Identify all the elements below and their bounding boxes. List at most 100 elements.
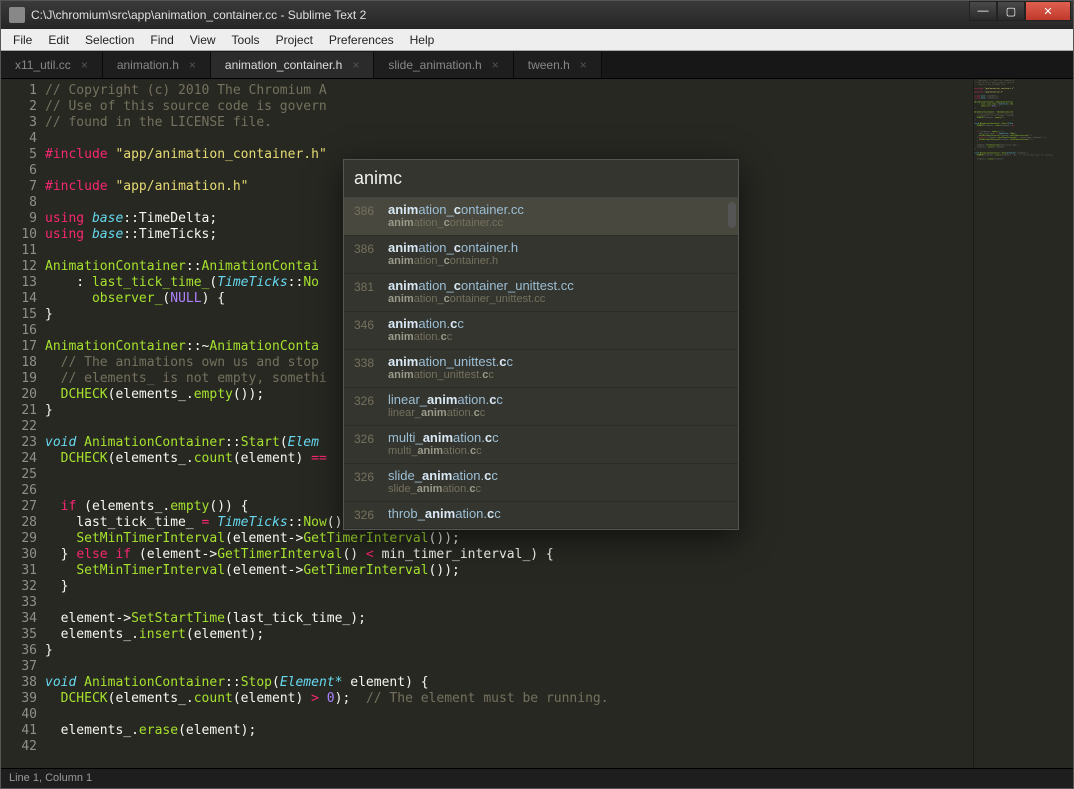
code-line[interactable]: DCHECK(elements_.count(element) > 0); //…	[45, 691, 973, 707]
goto-result-title: animation.cc	[388, 316, 728, 331]
minimize-button[interactable]: —	[969, 1, 997, 21]
tab-close-icon[interactable]: ×	[580, 58, 587, 72]
tab-label: animation.h	[117, 58, 179, 72]
line-number: 29	[1, 531, 37, 547]
code-line[interactable]: SetMinTimerInterval(element->GetTimerInt…	[45, 563, 973, 579]
tab-close-icon[interactable]: ×	[352, 58, 359, 72]
popup-scrollbar[interactable]	[728, 202, 736, 228]
goto-result-score: 338	[354, 354, 388, 370]
menu-selection[interactable]: Selection	[77, 30, 142, 50]
tab-label: slide_animation.h	[388, 58, 481, 72]
goto-result-item[interactable]: 386animation_container.hanimation_contai…	[344, 236, 738, 274]
line-number: 40	[1, 707, 37, 723]
goto-result-path: animation_container.h	[388, 255, 728, 267]
goto-input-wrap	[344, 160, 738, 198]
code-line[interactable]: }	[45, 579, 973, 595]
goto-result-item[interactable]: 386animation_container.ccanimation_conta…	[344, 198, 738, 236]
line-number: 15	[1, 307, 37, 323]
line-number: 18	[1, 355, 37, 371]
code-line[interactable]	[45, 131, 973, 147]
goto-result-path: linear_animation.cc	[388, 407, 728, 419]
window-controls: — ▢ ✕	[969, 1, 1071, 21]
menu-view[interactable]: View	[182, 30, 224, 50]
goto-result-path: animation.cc	[388, 331, 728, 343]
tab-close-icon[interactable]: ×	[492, 58, 499, 72]
menu-tools[interactable]: Tools	[224, 30, 268, 50]
code-line[interactable]	[45, 707, 973, 723]
goto-result-item[interactable]: 346animation.ccanimation.cc	[344, 312, 738, 350]
line-number: 19	[1, 371, 37, 387]
line-number: 2	[1, 99, 37, 115]
menu-project[interactable]: Project	[268, 30, 321, 50]
code-line[interactable]: // Copyright (c) 2010 The Chromium A	[45, 83, 973, 99]
line-number: 4	[1, 131, 37, 147]
tab-tween-h[interactable]: tween.h×	[514, 52, 602, 78]
goto-result-path: animation_unittest.cc	[388, 369, 728, 381]
line-number: 39	[1, 691, 37, 707]
minimap[interactable]: // Copyright (c) 2010 The Chromium A// U…	[973, 79, 1073, 768]
titlebar[interactable]: C:\J\chromium\src\app\animation_containe…	[1, 1, 1073, 29]
tab-animation-container-h[interactable]: animation_container.h×	[211, 52, 374, 78]
goto-results: 386animation_container.cc animation_conta…	[344, 198, 738, 529]
line-number: 37	[1, 659, 37, 675]
goto-result-item[interactable]: 381animation_container_unittest.ccanimat…	[344, 274, 738, 312]
tab-close-icon[interactable]: ×	[81, 58, 88, 72]
goto-result-title: throb_animation.cc	[388, 506, 728, 521]
goto-result-score: 326	[354, 430, 388, 446]
menu-help[interactable]: Help	[402, 30, 443, 50]
maximize-button[interactable]: ▢	[997, 1, 1025, 21]
line-number: 26	[1, 483, 37, 499]
goto-result-path: multi_animation.cc	[388, 445, 728, 457]
goto-result-path: animation_container.cc	[388, 217, 728, 229]
code-line[interactable]: elements_.erase(element);	[45, 723, 973, 739]
goto-result-title: animation_container_unittest.cc	[388, 278, 728, 293]
tab-x11-util-cc[interactable]: x11_util.cc×	[1, 52, 103, 78]
code-line[interactable]	[45, 595, 973, 611]
goto-result-item[interactable]: 326slide_animation.ccslide_animation.cc	[344, 464, 738, 502]
status-position: Line 1, Column 1	[9, 772, 92, 784]
close-button[interactable]: ✕	[1025, 1, 1071, 21]
menu-file[interactable]: File	[5, 30, 40, 50]
goto-result-score: 326	[354, 506, 388, 522]
line-number: 14	[1, 291, 37, 307]
line-number: 30	[1, 547, 37, 563]
menu-edit[interactable]: Edit	[40, 30, 77, 50]
goto-result-item[interactable]: 326multi_animation.ccmulti_animation.cc	[344, 426, 738, 464]
line-number: 3	[1, 115, 37, 131]
goto-result-path: slide_animation.cc	[388, 483, 728, 495]
line-number: 21	[1, 403, 37, 419]
goto-result-title: multi_animation.cc	[388, 430, 728, 445]
code-line[interactable]: void AnimationContainer::Stop(Element* e…	[45, 675, 973, 691]
line-number: 17	[1, 339, 37, 355]
line-number: 33	[1, 595, 37, 611]
line-number: 24	[1, 451, 37, 467]
tabbar: x11_util.cc×animation.h×animation_contai…	[1, 51, 1073, 79]
goto-input[interactable]	[354, 168, 728, 189]
code-line[interactable]: } else if (element->GetTimerInterval() <…	[45, 547, 973, 563]
tab-slide-animation-h[interactable]: slide_animation.h ×	[374, 52, 513, 78]
menu-preferences[interactable]: Preferences	[321, 30, 402, 50]
menu-find[interactable]: Find	[142, 30, 181, 50]
goto-result-item[interactable]: 326throb_animation.cc	[344, 502, 738, 529]
code-line[interactable]	[45, 659, 973, 675]
code-line[interactable]: }	[45, 643, 973, 659]
window-title: C:\J\chromium\src\app\animation_containe…	[31, 8, 366, 22]
goto-result-score: 386	[354, 202, 388, 218]
goto-result-item[interactable]: 326linear_animation.cclinear_animation.c…	[344, 388, 738, 426]
code-line[interactable]	[45, 739, 973, 755]
line-number: 6	[1, 163, 37, 179]
goto-result-score: 326	[354, 468, 388, 484]
line-number: 35	[1, 627, 37, 643]
code-line[interactable]: // found in the LICENSE file.	[45, 115, 973, 131]
line-number: 31	[1, 563, 37, 579]
goto-result-score: 326	[354, 392, 388, 408]
code-line[interactable]: element->SetStartTime(last_tick_time_);	[45, 611, 973, 627]
code-line[interactable]: // Use of this source code is govern	[45, 99, 973, 115]
goto-result-item[interactable]: 338animation_unittest.ccanimation_unitte…	[344, 350, 738, 388]
tab-close-icon[interactable]: ×	[189, 58, 196, 72]
code-line[interactable]: SetMinTimerInterval(element->GetTimerInt…	[45, 531, 973, 547]
goto-result-title: animation_container.h	[388, 240, 728, 255]
code-line[interactable]: elements_.insert(element);	[45, 627, 973, 643]
tab-animation-h[interactable]: animation.h ×	[103, 52, 211, 78]
line-number: 38	[1, 675, 37, 691]
